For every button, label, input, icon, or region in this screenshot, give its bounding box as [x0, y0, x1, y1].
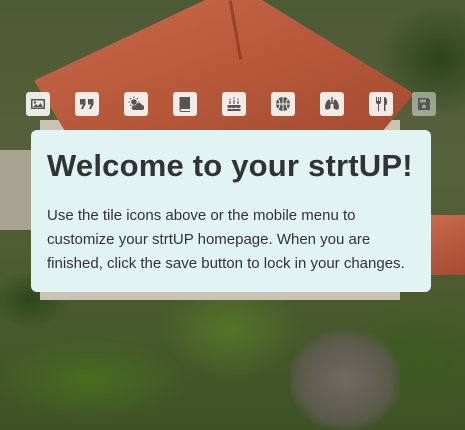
sports-tile-button[interactable] [271, 92, 295, 116]
basketball-icon [276, 97, 290, 111]
utensils-icon [376, 97, 387, 111]
save-icon [418, 98, 430, 110]
birthday-cake-icon [227, 97, 241, 111]
weather-icon [128, 96, 144, 110]
book-icon [179, 97, 190, 112]
image-icon [31, 99, 45, 109]
rock-garden [290, 330, 400, 430]
save-button[interactable] [412, 92, 436, 116]
neighbor-roof [430, 215, 465, 275]
book-tile-button[interactable] [173, 92, 197, 116]
quote-tile-button[interactable] [75, 92, 99, 116]
birthday-tile-button[interactable] [222, 92, 246, 116]
quote-icon [80, 99, 94, 109]
welcome-card: Welcome to your strtUP! Use the tile ico… [31, 130, 431, 292]
welcome-body: Use the tile icons above or the mobile m… [47, 207, 405, 272]
lungs-icon [325, 97, 339, 110]
welcome-title: Welcome to your strtUP! [47, 148, 413, 183]
tile-icon-bar [26, 92, 446, 116]
weather-tile-button[interactable] [124, 92, 148, 116]
food-tile-button[interactable] [369, 92, 393, 116]
health-tile-button[interactable] [320, 92, 344, 116]
image-tile-button[interactable] [26, 92, 50, 116]
